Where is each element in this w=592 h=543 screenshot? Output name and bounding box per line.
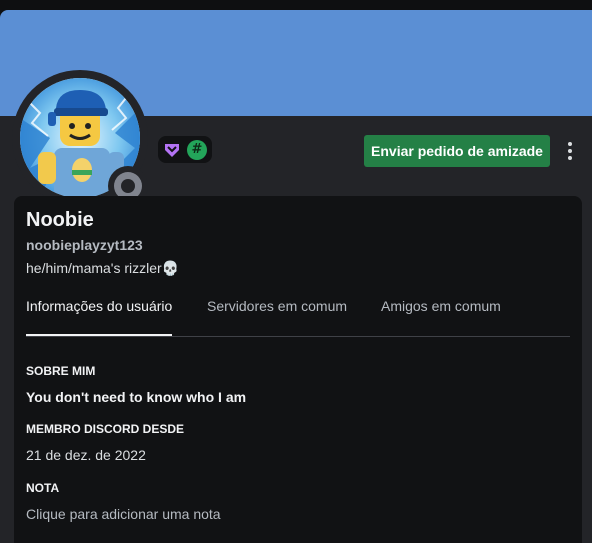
skull-emoji-icon: 💀 (161, 260, 180, 276)
nitro-badge-icon[interactable] (163, 141, 181, 159)
badge-list: # (158, 136, 212, 163)
pronouns-text: he/him/mama's rizzler (26, 260, 162, 276)
note-heading: NOTA (26, 481, 60, 495)
more-options-icon[interactable] (562, 140, 578, 162)
member-since-value: 21 de dez. de 2022 (26, 447, 146, 463)
display-name: Noobie (26, 209, 94, 231)
send-friend-request-button[interactable]: Enviar pedido de amizade (364, 135, 550, 167)
hashtag-badge-icon[interactable]: # (187, 139, 207, 160)
tab-mutual-servers[interactable]: Servidores em comum (207, 298, 347, 314)
profile-info-panel: Noobie noobieplayzyt123 he/him/mama's ri… (14, 196, 582, 543)
note-input[interactable]: Clique para adicionar uma nota (26, 506, 221, 522)
profile-card: # Enviar pedido de amizade Noobie noobie… (0, 10, 592, 543)
tab-mutual-friends[interactable]: Amigos em comum (381, 298, 501, 314)
member-since-heading: MEMBRO DISCORD DESDE (26, 422, 185, 436)
window-top-strip (0, 0, 592, 10)
avatar-container[interactable] (12, 70, 148, 206)
username[interactable]: noobieplayzyt123 (26, 237, 143, 253)
profile-tabs: Informações do usuário Servidores em com… (26, 298, 570, 337)
tab-user-info[interactable]: Informações do usuário (26, 298, 173, 336)
about-me-heading: SOBRE MIM (26, 364, 96, 378)
about-me-text: You don't need to know who I am (26, 389, 247, 405)
pronouns: he/him/mama's rizzler💀 (26, 260, 179, 277)
